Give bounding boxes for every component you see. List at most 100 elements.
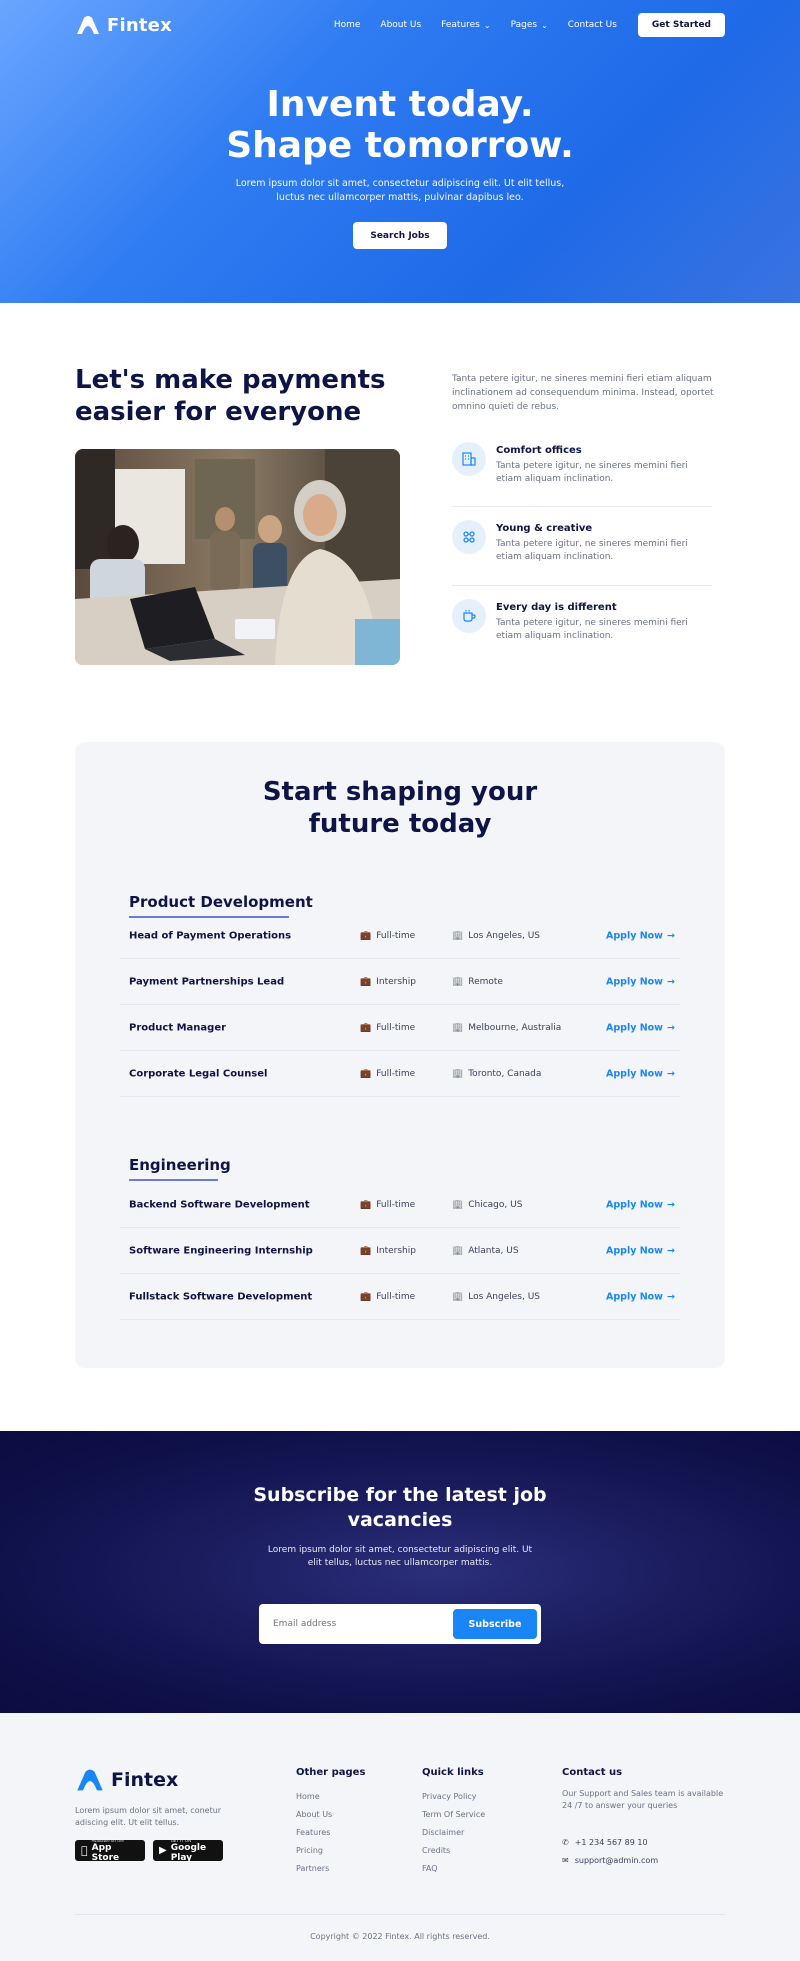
arrow-right-icon: → [666,1068,675,1079]
apply-now-link[interactable]: Apply Now → [606,1291,675,1302]
hero-subtitle: Lorem ipsum dolor sit amet, consectetur … [0,177,800,205]
footer-link-privacy[interactable]: Privacy Policy [422,1788,485,1806]
feature-description: Tanta petere igitur, ne sineres memini f… [496,461,688,484]
footer-logo[interactable]: Fintex [75,1768,178,1792]
footer-link-credits[interactable]: Credits [422,1842,485,1860]
city-icon: 🏢 [452,976,464,987]
subscribe-text: Lorem ipsum dolor sit amet, consectetur … [0,1544,800,1570]
footer-link-home[interactable]: Home [296,1788,365,1806]
feature-divider [452,506,712,507]
nav-contact-label: Contact Us [567,20,617,30]
subscribe-button[interactable]: Subscribe [453,1609,537,1639]
job-location: 🏢 Melbourne, Australia [452,1023,561,1033]
nav-links: Home About Us Features ⌄ Pages ⌄ Contact U… [334,20,617,30]
google-play-badge[interactable]: ▶ GET IT ON Google Play [153,1838,223,1863]
nav-contact[interactable]: Contact Us [568,20,617,30]
briefcase-icon: 💼 [360,1245,372,1256]
app-store-badge[interactable]:  Available on theApp Store [75,1838,145,1863]
apply-now-link[interactable]: Apply Now → [606,1022,675,1033]
job-title[interactable]: Payment Partnerships Lead [129,976,284,987]
footer-link-pricing[interactable]: Pricing [296,1842,365,1860]
job-row: Product Manager 💼 Full-time 🏢 Melbourne, A… [120,1005,680,1051]
google-play-big-text: Google Play [170,1843,207,1863]
apply-now-link[interactable]: Apply Now → [606,930,675,941]
footer-column-title: Contact us [562,1767,623,1778]
job-title[interactable]: Backend Software Development [129,1199,310,1210]
apply-now-label: Apply Now [606,930,663,941]
job-title[interactable]: Corporate Legal Counsel [129,1068,267,1079]
footer-description: Lorem ipsum dolor sit amet, conetur adis… [75,1806,222,1827]
nav-features[interactable]: Features ⌄ [441,20,490,30]
job-title[interactable]: Head of Payment Operations [129,930,291,941]
job-row: Corporate Legal Counsel 💼 Full-time 🏢 Toro… [120,1051,680,1097]
footer-phone[interactable]: ✆ +1 234 567 89 10 [562,1838,648,1847]
hero-subtitle-line-2: luctus nec ullamcorper mattis, pulvinar … [276,192,524,203]
play-icon: ▶ [159,1845,167,1856]
job-type: 💼 Full-time [360,1023,415,1033]
footer-link-partners[interactable]: Partners [296,1860,365,1878]
footer-link-terms[interactable]: Term Of Service [422,1806,485,1824]
briefcase-icon: 💼 [360,1291,372,1302]
job-location: 🏢 Remote [452,977,503,987]
job-type-label: Full-time [376,1291,416,1302]
apply-now-link[interactable]: Apply Now → [606,1068,675,1079]
nav-pages[interactable]: Pages ⌄ [511,20,548,30]
city-icon: 🏢 [452,930,464,941]
job-location-label: Los Angeles, US [468,930,540,941]
job-location-label: Toronto, Canada [468,1068,542,1079]
feature-title: Young & creative [496,523,593,534]
mail-icon: ✉ [562,1856,569,1865]
job-row: Backend Software Development 💼 Full-time … [120,1182,680,1228]
job-type-label: Intership [376,976,416,987]
nav-home-label: Home [333,20,361,30]
app-store-big-text: App Store [85,1843,136,1863]
nav-home[interactable]: Home [334,20,361,30]
arrow-right-icon: → [666,1022,675,1033]
get-started-button[interactable]: Get Started [637,13,725,37]
city-icon: 🏢 [452,1022,464,1033]
job-location-label: Melbourne, Australia [468,1022,562,1033]
arrow-right-icon: → [666,1291,675,1302]
footer-link-features[interactable]: Features [296,1824,365,1842]
team-icon [452,520,486,554]
app-store-small-text: Available on the [92,1838,139,1843]
apply-now-label: Apply Now [606,1022,663,1033]
jobs-title: Start shaping your future today [75,776,725,840]
email-input[interactable] [273,1604,443,1644]
apply-now-link[interactable]: Apply Now → [606,1199,675,1210]
footer-link-faq[interactable]: FAQ [422,1860,485,1878]
footer-quick-links: Quick links Privacy Policy Term Of Servi… [422,1767,485,1878]
footer: Fintex Lorem ipsum dolor sit amet, conet… [0,1713,800,1961]
arrow-right-icon: → [666,1245,675,1256]
apply-now-label: Apply Now [606,1199,663,1210]
brand-logo[interactable]: Fintex [75,15,172,36]
subscribe-title-line-1: Subscribe for the latest job [253,1484,547,1506]
city-icon: 🏢 [452,1068,464,1079]
apply-now-link[interactable]: Apply Now → [606,976,675,987]
nav-pages-label: Pages [510,20,538,30]
footer-column-title: Quick links [422,1767,484,1778]
job-location: 🏢 Los Angeles, US [452,931,540,941]
search-jobs-button[interactable]: Search Jobs [353,222,447,249]
hero-section: Fintex Home About Us Features ⌄ Pages ⌄ Co… [0,0,800,303]
nav-about[interactable]: About Us [380,20,421,30]
apply-now-label: Apply Now [606,1068,663,1079]
feature-description: Tanta petere igitur, ne sineres memini f… [496,618,688,641]
job-type: 💼 Full-time [360,1200,415,1210]
hero-title-line-2: Shape tomorrow. [226,125,574,166]
job-title[interactable]: Fullstack Software Development [129,1291,312,1302]
chevron-down-icon: ⌄ [541,20,548,30]
about-title-line-1: Let's make payments [75,365,386,395]
apply-now-label: Apply Now [606,1291,663,1302]
footer-link-disclaimer[interactable]: Disclaimer [422,1824,485,1842]
phone-icon: ✆ [562,1838,569,1847]
job-title[interactable]: Product Manager [129,1022,226,1033]
job-title[interactable]: Software Engineering Internship [129,1245,313,1256]
footer-link-about[interactable]: About Us [296,1806,365,1824]
apply-now-link[interactable]: Apply Now → [606,1245,675,1256]
job-location-label: Los Angeles, US [468,1291,540,1302]
subscribe-title-line-2: vacancies [347,1509,453,1531]
footer-email[interactable]: ✉ support@admin.com [562,1856,658,1865]
subscribe-title: Subscribe for the latest job vacancies [0,1483,800,1533]
copyright: Copyright © 2022 Fintex. All rights rese… [310,1932,490,1941]
